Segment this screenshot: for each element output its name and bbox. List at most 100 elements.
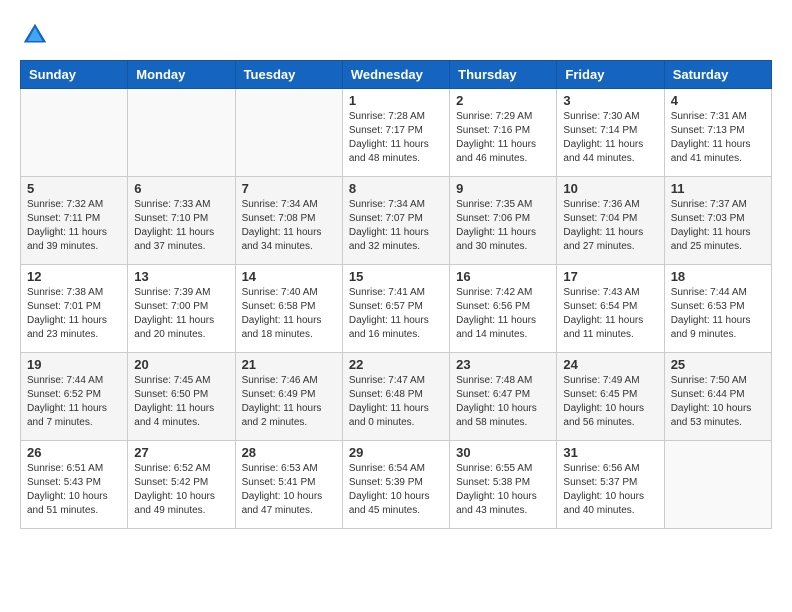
calendar-day-18: 18Sunrise: 7:44 AM Sunset: 6:53 PM Dayli…: [664, 265, 771, 353]
calendar-week-2: 5 Sunrise: 7:32 AM Sunset: 7:11 PM Daylig…: [21, 177, 772, 265]
calendar-empty-cell: [128, 89, 235, 177]
day-number: 22: [349, 357, 443, 372]
day-info: Sunrise: 7:46 AM Sunset: 6:49 PM Dayligh…: [242, 374, 336, 430]
day-number: 5: [27, 181, 121, 196]
day-info: Sunrise: 7:34 AM Sunset: 7:07 PM Dayligh…: [349, 198, 443, 254]
day-info: Sunrise: 7:34 AM Sunset: 7:08 PM Dayligh…: [242, 198, 336, 254]
calendar-day-22: 22Sunrise: 7:47 AM Sunset: 6:48 PM Dayli…: [342, 353, 449, 441]
day-info: Sunrise: 6:55 AM Sunset: 5:38 PM Dayligh…: [456, 462, 550, 518]
day-number: 10: [563, 181, 657, 196]
logo-icon: [20, 20, 50, 50]
day-info: Sunrise: 7:35 AM Sunset: 7:06 PM Dayligh…: [456, 198, 550, 254]
day-info: Sunrise: 6:54 AM Sunset: 5:39 PM Dayligh…: [349, 462, 443, 518]
day-number: 7: [242, 181, 336, 196]
calendar-day-9: 9 Sunrise: 7:35 AM Sunset: 7:06 PM Daylig…: [450, 177, 557, 265]
day-info: Sunrise: 7:39 AM Sunset: 7:00 PM Dayligh…: [134, 286, 228, 342]
calendar-day-5: 5 Sunrise: 7:32 AM Sunset: 7:11 PM Daylig…: [21, 177, 128, 265]
calendar-day-4: 4Sunrise: 7:31 AM Sunset: 7:13 PM Daylig…: [664, 89, 771, 177]
day-number: 17: [563, 269, 657, 284]
calendar-day-19: 19Sunrise: 7:44 AM Sunset: 6:52 PM Dayli…: [21, 353, 128, 441]
day-number: 28: [242, 445, 336, 460]
day-info: Sunrise: 7:49 AM Sunset: 6:45 PM Dayligh…: [563, 374, 657, 430]
calendar-day-29: 29 Sunrise: 6:54 AM Sunset: 5:39 PM Dayli…: [342, 441, 449, 529]
day-info: Sunrise: 7:33 AM Sunset: 7:10 PM Dayligh…: [134, 198, 228, 254]
day-number: 23: [456, 357, 550, 372]
weekday-header-monday: Monday: [128, 61, 235, 89]
calendar-day-13: 13 Sunrise: 7:39 AM Sunset: 7:00 PM Dayli…: [128, 265, 235, 353]
day-info: Sunrise: 7:42 AM Sunset: 6:56 PM Dayligh…: [456, 286, 550, 342]
day-number: 30: [456, 445, 550, 460]
day-info: Sunrise: 7:31 AM Sunset: 7:13 PM Dayligh…: [671, 110, 765, 166]
weekday-header-thursday: Thursday: [450, 61, 557, 89]
day-info: Sunrise: 7:43 AM Sunset: 6:54 PM Dayligh…: [563, 286, 657, 342]
day-number: 21: [242, 357, 336, 372]
day-number: 25: [671, 357, 765, 372]
day-number: 2: [456, 93, 550, 108]
day-number: 13: [134, 269, 228, 284]
weekday-header-tuesday: Tuesday: [235, 61, 342, 89]
day-info: Sunrise: 7:29 AM Sunset: 7:16 PM Dayligh…: [456, 110, 550, 166]
day-number: 20: [134, 357, 228, 372]
calendar-day-28: 28Sunrise: 6:53 AM Sunset: 5:41 PM Dayli…: [235, 441, 342, 529]
calendar-day-16: 16Sunrise: 7:42 AM Sunset: 6:56 PM Dayli…: [450, 265, 557, 353]
calendar-day-26: 26Sunrise: 6:51 AM Sunset: 5:43 PM Dayli…: [21, 441, 128, 529]
day-number: 27: [134, 445, 228, 460]
day-number: 8: [349, 181, 443, 196]
calendar-day-14: 14 Sunrise: 7:40 AM Sunset: 6:58 PM Dayli…: [235, 265, 342, 353]
day-info: Sunrise: 7:28 AM Sunset: 7:17 PM Dayligh…: [349, 110, 443, 166]
day-number: 29: [349, 445, 443, 460]
weekday-header-row: SundayMondayTuesdayWednesdayThursdayFrid…: [21, 61, 772, 89]
calendar-day-6: 6Sunrise: 7:33 AM Sunset: 7:10 PM Daylig…: [128, 177, 235, 265]
calendar-empty-cell: [664, 441, 771, 529]
day-info: Sunrise: 7:32 AM Sunset: 7:11 PM Dayligh…: [27, 198, 121, 254]
weekday-header-friday: Friday: [557, 61, 664, 89]
calendar-day-8: 8 Sunrise: 7:34 AM Sunset: 7:07 PM Daylig…: [342, 177, 449, 265]
calendar-day-27: 27 Sunrise: 6:52 AM Sunset: 5:42 PM Dayli…: [128, 441, 235, 529]
day-info: Sunrise: 7:40 AM Sunset: 6:58 PM Dayligh…: [242, 286, 336, 342]
calendar-table: SundayMondayTuesdayWednesdayThursdayFrid…: [20, 60, 772, 529]
day-number: 24: [563, 357, 657, 372]
day-info: Sunrise: 6:52 AM Sunset: 5:42 PM Dayligh…: [134, 462, 228, 518]
calendar-day-24: 24 Sunrise: 7:49 AM Sunset: 6:45 PM Dayli…: [557, 353, 664, 441]
calendar-day-31: 31 Sunrise: 6:56 AM Sunset: 5:37 PM Dayli…: [557, 441, 664, 529]
day-number: 11: [671, 181, 765, 196]
day-info: Sunrise: 7:37 AM Sunset: 7:03 PM Dayligh…: [671, 198, 765, 254]
day-info: Sunrise: 7:36 AM Sunset: 7:04 PM Dayligh…: [563, 198, 657, 254]
calendar-week-4: 19Sunrise: 7:44 AM Sunset: 6:52 PM Dayli…: [21, 353, 772, 441]
day-number: 14: [242, 269, 336, 284]
day-info: Sunrise: 7:41 AM Sunset: 6:57 PM Dayligh…: [349, 286, 443, 342]
day-number: 3: [563, 93, 657, 108]
day-number: 12: [27, 269, 121, 284]
day-info: Sunrise: 7:50 AM Sunset: 6:44 PM Dayligh…: [671, 374, 765, 430]
calendar-empty-cell: [235, 89, 342, 177]
logo: [20, 20, 54, 50]
weekday-header-sunday: Sunday: [21, 61, 128, 89]
day-number: 9: [456, 181, 550, 196]
day-number: 15: [349, 269, 443, 284]
day-info: Sunrise: 6:51 AM Sunset: 5:43 PM Dayligh…: [27, 462, 121, 518]
day-info: Sunrise: 7:44 AM Sunset: 6:52 PM Dayligh…: [27, 374, 121, 430]
day-info: Sunrise: 7:44 AM Sunset: 6:53 PM Dayligh…: [671, 286, 765, 342]
calendar-day-7: 7 Sunrise: 7:34 AM Sunset: 7:08 PM Daylig…: [235, 177, 342, 265]
day-number: 31: [563, 445, 657, 460]
calendar-day-10: 10 Sunrise: 7:36 AM Sunset: 7:04 PM Dayli…: [557, 177, 664, 265]
day-info: Sunrise: 7:48 AM Sunset: 6:47 PM Dayligh…: [456, 374, 550, 430]
calendar-day-21: 21 Sunrise: 7:46 AM Sunset: 6:49 PM Dayli…: [235, 353, 342, 441]
calendar-week-1: 1 Sunrise: 7:28 AM Sunset: 7:17 PM Daylig…: [21, 89, 772, 177]
calendar-day-3: 3 Sunrise: 7:30 AM Sunset: 7:14 PM Daylig…: [557, 89, 664, 177]
calendar-day-15: 15 Sunrise: 7:41 AM Sunset: 6:57 PM Dayli…: [342, 265, 449, 353]
calendar-day-17: 17 Sunrise: 7:43 AM Sunset: 6:54 PM Dayli…: [557, 265, 664, 353]
calendar-day-25: 25 Sunrise: 7:50 AM Sunset: 6:44 PM Dayli…: [664, 353, 771, 441]
weekday-header-wednesday: Wednesday: [342, 61, 449, 89]
day-info: Sunrise: 7:30 AM Sunset: 7:14 PM Dayligh…: [563, 110, 657, 166]
calendar-day-30: 30 Sunrise: 6:55 AM Sunset: 5:38 PM Dayli…: [450, 441, 557, 529]
calendar-day-2: 2 Sunrise: 7:29 AM Sunset: 7:16 PM Daylig…: [450, 89, 557, 177]
day-number: 1: [349, 93, 443, 108]
calendar-day-11: 11 Sunrise: 7:37 AM Sunset: 7:03 PM Dayli…: [664, 177, 771, 265]
calendar-empty-cell: [21, 89, 128, 177]
weekday-header-saturday: Saturday: [664, 61, 771, 89]
calendar-week-5: 26Sunrise: 6:51 AM Sunset: 5:43 PM Dayli…: [21, 441, 772, 529]
day-info: Sunrise: 7:45 AM Sunset: 6:50 PM Dayligh…: [134, 374, 228, 430]
day-info: Sunrise: 6:56 AM Sunset: 5:37 PM Dayligh…: [563, 462, 657, 518]
calendar-day-1: 1 Sunrise: 7:28 AM Sunset: 7:17 PM Daylig…: [342, 89, 449, 177]
